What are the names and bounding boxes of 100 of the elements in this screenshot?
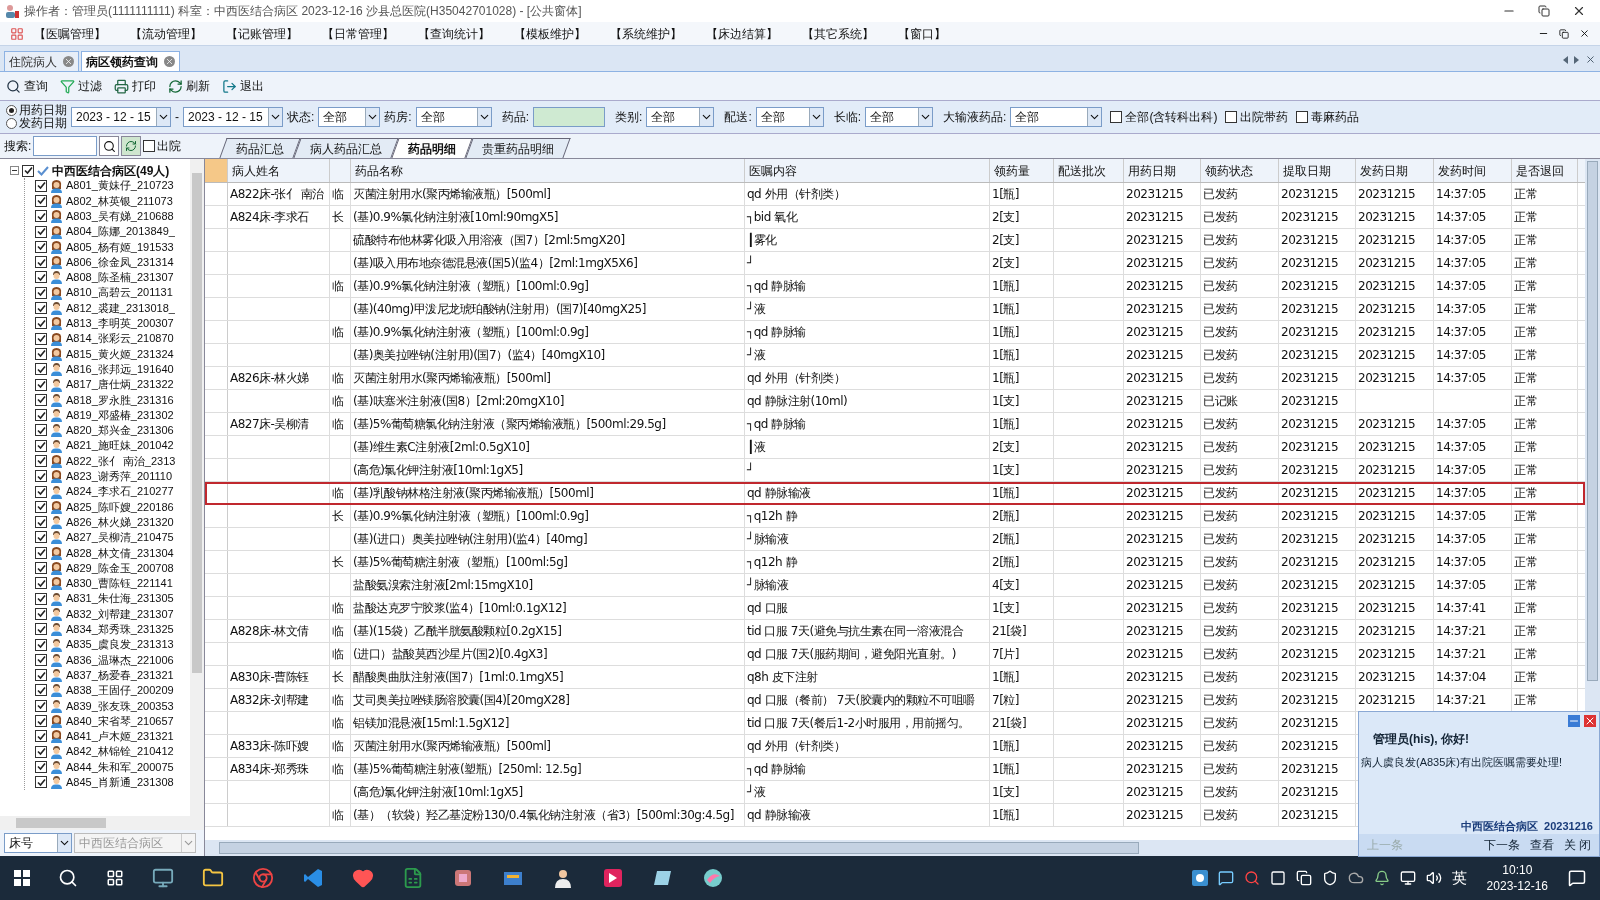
column-header[interactable]: 提取日期 xyxy=(1279,159,1356,182)
tree-item[interactable]: A808_陈圣楠_231307 xyxy=(66,269,174,286)
search-icon[interactable] xyxy=(58,868,78,888)
tree-item[interactable]: 中西医结合病区(49人) xyxy=(52,161,170,180)
tree-item[interactable]: A801_黄妹仔_210723 xyxy=(66,177,174,194)
chat-icon[interactable] xyxy=(1217,870,1234,886)
toolbar-button[interactable]: 过滤 xyxy=(60,77,102,95)
column-header[interactable]: 发药时间 xyxy=(1434,159,1512,182)
column-header[interactable]: 配送批次 xyxy=(1054,159,1124,182)
menu-item[interactable]: 【流动管理】 xyxy=(130,24,202,43)
toolbar-button[interactable]: 查询 xyxy=(6,77,48,95)
dropdown[interactable]: 全部 xyxy=(1010,107,1103,127)
shield-icon[interactable] xyxy=(1321,870,1338,886)
tree-item[interactable]: A814_张彩云_210870 xyxy=(66,330,174,347)
tree-item[interactable]: A840_宋省琴_210657 xyxy=(66,712,174,730)
menu-item[interactable]: 【其它系统】 xyxy=(802,24,874,43)
checkbox[interactable] xyxy=(35,256,47,269)
notification-icon[interactable] xyxy=(1568,869,1586,887)
tree-item[interactable]: A815_黄火姬_231324 xyxy=(66,345,174,363)
tree-item[interactable]: A803_吴有娣_210688 xyxy=(66,208,174,225)
task-view-icon[interactable] xyxy=(106,869,124,887)
checkbox[interactable] xyxy=(35,531,47,544)
close-icon[interactable] xyxy=(1579,28,1590,39)
checkbox[interactable] xyxy=(35,455,47,467)
tree-item[interactable]: A844_朱和军_200075 xyxy=(66,758,174,776)
menu-item[interactable]: 【查询统计】 xyxy=(418,24,490,43)
checkbox[interactable] xyxy=(35,210,47,223)
tree-item[interactable]: A836_温琳杰_221006 xyxy=(66,651,174,669)
checkbox[interactable] xyxy=(35,623,47,636)
view-tab[interactable]: 贵重药品明细 xyxy=(465,138,571,158)
checkbox[interactable] xyxy=(35,393,47,406)
column-header[interactable]: 药品名称 xyxy=(351,159,745,182)
tree-item[interactable]: A827_吴柳清_210475 xyxy=(66,529,174,546)
tree-item[interactable]: A810_高碧云_201131 xyxy=(66,284,173,301)
checkbox[interactable] xyxy=(35,669,47,682)
tree-item[interactable]: A841_卢木姬_231321 xyxy=(66,728,174,745)
checkbox[interactable] xyxy=(1296,111,1309,123)
popup-link[interactable]: 下一条 xyxy=(1483,836,1520,854)
spreadsheet-icon[interactable] xyxy=(402,867,424,889)
network-icon[interactable] xyxy=(1399,870,1416,886)
restore-icon[interactable] xyxy=(1538,5,1550,17)
drug-input-field[interactable] xyxy=(533,107,606,127)
tree-item[interactable]: A813_李明英_200307 xyxy=(66,315,174,332)
checkbox[interactable] xyxy=(35,500,47,513)
popup-link[interactable]: 关 闭 xyxy=(1563,836,1591,854)
tree-item[interactable]: A826_林火娣_231320 xyxy=(66,513,174,531)
checkbox[interactable] xyxy=(35,607,47,620)
scrollbar[interactable] xyxy=(0,816,204,830)
checkbox[interactable] xyxy=(1110,111,1123,123)
tree-item[interactable]: A817_唐仕炳_231322 xyxy=(66,376,174,393)
monitor-icon[interactable] xyxy=(152,867,174,889)
tree-item[interactable]: A812_裘建_2313018_ xyxy=(66,299,175,317)
column-header[interactable]: 病人姓名 xyxy=(228,159,330,182)
checkbox[interactable] xyxy=(35,240,47,253)
tree-item[interactable]: A819_邓盛椿_231302 xyxy=(66,406,174,424)
bell-icon[interactable] xyxy=(1373,870,1390,886)
checkbox[interactable] xyxy=(35,760,47,773)
document-tab[interactable]: 住院病人 xyxy=(4,51,79,71)
checkbox[interactable] xyxy=(35,684,47,697)
scroll-right-icon[interactable] xyxy=(1574,55,1579,64)
tree-item[interactable]: A805_杨有姬_191533 xyxy=(66,238,174,256)
cloud-icon[interactable] xyxy=(1347,870,1364,886)
tree-item[interactable]: A824_李求石_210277 xyxy=(66,483,174,500)
volume-icon[interactable] xyxy=(1425,870,1442,886)
dropdown[interactable]: 全部 xyxy=(755,107,824,127)
checkbox[interactable] xyxy=(35,439,47,452)
dropdown[interactable]: 全部 xyxy=(646,107,715,127)
document-tab[interactable]: 病区领药查询 xyxy=(81,51,180,71)
windows-logo-icon[interactable] xyxy=(14,870,30,886)
column-header[interactable]: 用药日期 xyxy=(1124,159,1201,182)
tree-item[interactable]: A837_杨爱春_231321 xyxy=(66,666,174,684)
tree-item[interactable]: A830_曹陈钰_221141 xyxy=(66,575,173,592)
restore-icon[interactable] xyxy=(1559,28,1569,39)
checkbox[interactable] xyxy=(1225,111,1238,123)
checkbox[interactable] xyxy=(35,562,47,575)
tree-item[interactable]: A834_郑秀珠_231325 xyxy=(66,621,174,638)
checkbox[interactable] xyxy=(143,140,156,152)
tree-item[interactable]: A832_刘帮建_231307 xyxy=(66,605,174,623)
tree-item[interactable]: A823_谢秀萍_201110 xyxy=(66,468,172,485)
menu-item[interactable]: 【记账管理】 xyxy=(226,24,298,43)
code-editor-icon[interactable] xyxy=(302,867,324,889)
input-method-indicator[interactable]: 英 xyxy=(1451,866,1467,890)
dropdown[interactable]: 全部 xyxy=(415,107,492,127)
popup-link[interactable]: 查看 xyxy=(1529,836,1554,854)
tree-item[interactable]: A839_张友珠_200353 xyxy=(66,697,174,714)
checkbox[interactable] xyxy=(35,409,47,422)
tree-item[interactable]: A816_张邦远_191640 xyxy=(66,360,174,378)
dropdown[interactable]: 床号 xyxy=(4,833,72,853)
view-tab[interactable]: 药品明细 xyxy=(391,138,473,158)
dropdown[interactable]: 全部 xyxy=(865,107,934,127)
checkbox[interactable] xyxy=(35,424,47,437)
tree-item[interactable]: A835_虞良发_231313 xyxy=(66,636,174,653)
checkbox[interactable] xyxy=(35,194,47,207)
magnifier-icon[interactable] xyxy=(1243,870,1260,886)
checkbox[interactable] xyxy=(35,302,47,314)
checkbox[interactable] xyxy=(35,470,47,483)
column-header[interactable]: 领药状态 xyxy=(1201,159,1279,182)
app-icon[interactable] xyxy=(452,867,474,889)
browser-icon[interactable] xyxy=(252,867,274,889)
tree-item[interactable]: A820_郑兴金_231306 xyxy=(66,422,174,439)
